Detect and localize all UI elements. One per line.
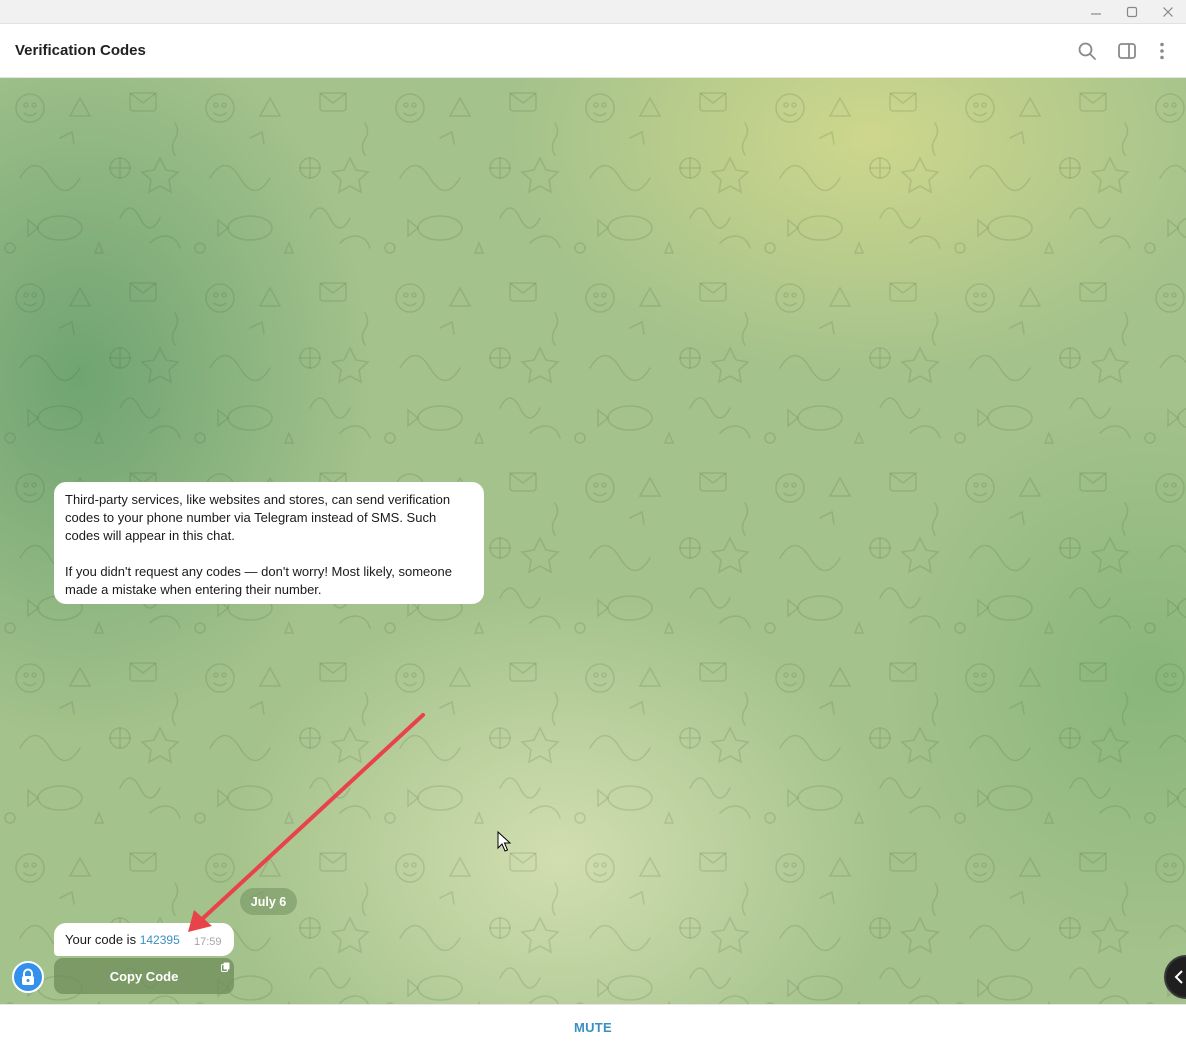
maximize-icon <box>1126 6 1138 18</box>
message-timestamp: 17:59 <box>194 936 222 948</box>
bottom-bar: MUTE <box>0 1004 1186 1050</box>
info-paragraph-2: If you didn't request any codes — don't … <box>65 564 452 597</box>
search-icon <box>1078 42 1096 60</box>
info-paragraph-1: Third-party services, like websites and … <box>65 492 451 543</box>
mute-button[interactable]: MUTE <box>574 1020 612 1035</box>
more-button[interactable] <box>1148 37 1176 65</box>
maximize-button[interactable] <box>1114 0 1150 24</box>
more-icon <box>1160 42 1164 60</box>
info-message-bubble[interactable]: Third-party services, like websites and … <box>54 482 484 604</box>
window-titlebar <box>0 0 1186 24</box>
code-message-prefix: Your code is <box>65 932 137 947</box>
chat-header: Verification Codes <box>0 24 1186 78</box>
avatar[interactable] <box>12 961 44 993</box>
date-separator: July 6 <box>240 888 297 915</box>
chat-title[interactable]: Verification Codes <box>15 42 146 59</box>
lock-icon <box>22 968 34 985</box>
search-button[interactable] <box>1073 37 1101 65</box>
scroll-down-button[interactable] <box>1164 955 1186 999</box>
close-button[interactable] <box>1150 0 1186 24</box>
side-panel-icon <box>1118 43 1136 59</box>
chat-area[interactable]: Third-party services, like websites and … <box>0 78 1186 1004</box>
minimize-icon <box>1091 13 1101 15</box>
verification-code[interactable]: 142395 <box>140 933 180 947</box>
side-panel-button[interactable] <box>1113 37 1141 65</box>
copy-icon <box>221 962 230 972</box>
mouse-cursor-icon <box>497 831 511 852</box>
copy-code-label: Copy Code <box>109 968 179 984</box>
close-icon <box>1163 7 1173 17</box>
copy-code-button[interactable]: Copy Code <box>54 958 234 994</box>
code-message-bubble[interactable]: Your code is 142395 17:59 <box>54 923 234 956</box>
chevron-down-icon <box>1174 970 1183 984</box>
minimize-button[interactable] <box>1078 0 1114 24</box>
